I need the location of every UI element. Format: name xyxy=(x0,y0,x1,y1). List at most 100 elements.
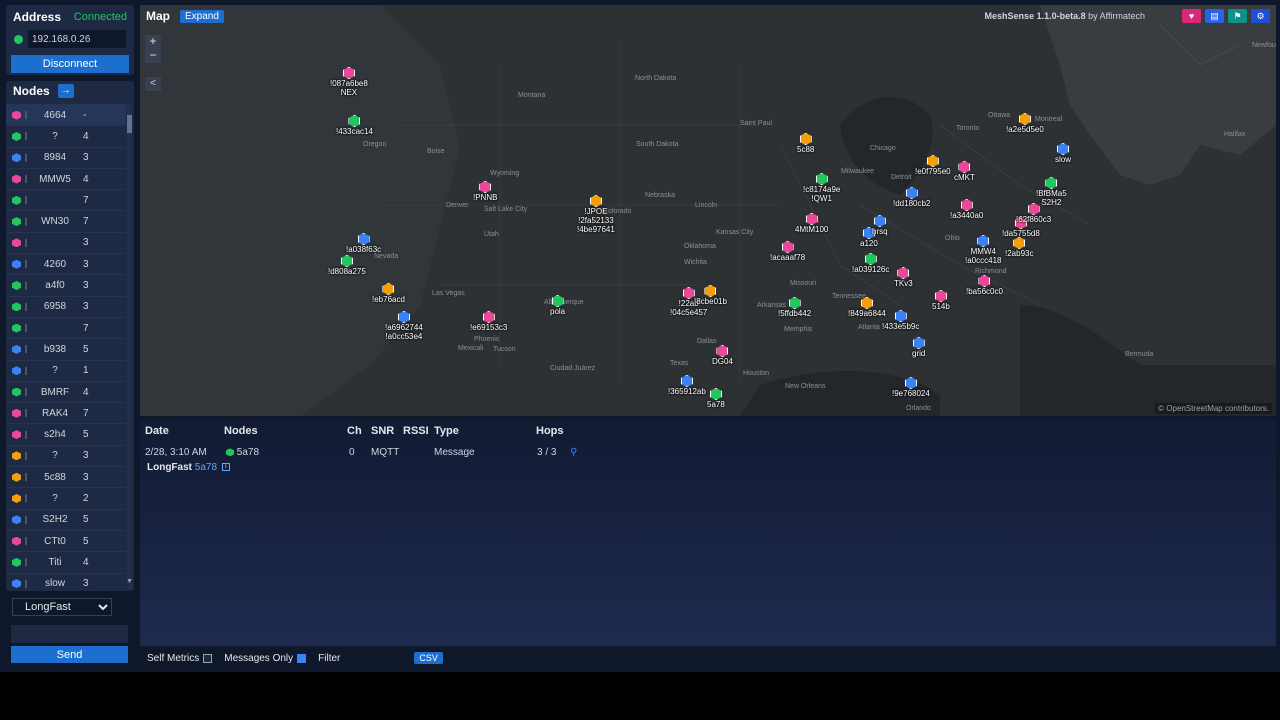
node-list-item[interactable]: 3 xyxy=(6,231,126,253)
node-list-item[interactable]: b938 5 xyxy=(6,338,126,359)
ip-address-input[interactable] xyxy=(28,30,126,48)
search-icon[interactable]: ⚲ xyxy=(570,447,577,458)
map-node-marker[interactable]: !a2e5d5e0 xyxy=(1006,113,1044,134)
map-node-marker[interactable]: !e69153c3 xyxy=(470,311,507,332)
node-name: MMW5 xyxy=(39,173,71,185)
node-list-item[interactable]: MMW5 4 xyxy=(6,167,126,189)
csv-button[interactable]: CSV xyxy=(414,652,443,664)
channel-select[interactable]: LongFast xyxy=(12,598,112,616)
map-node-marker[interactable]: !2ab93c xyxy=(1005,237,1033,258)
node-list-item[interactable]: Titi 4 xyxy=(6,551,126,572)
map-node-marker[interactable]: DG04 xyxy=(712,345,733,366)
node-list-item[interactable]: CTt0 5 xyxy=(6,529,126,551)
node-list-item[interactable]: ? 1 xyxy=(6,359,126,381)
map-title: Map xyxy=(146,9,170,23)
col-nodes[interactable]: Nodes xyxy=(224,425,258,437)
osm-attribution[interactable]: © OpenStreetMap contributors. xyxy=(1155,403,1272,414)
filter-input[interactable] xyxy=(346,651,411,665)
col-date[interactable]: Date xyxy=(145,425,169,437)
col-rssi[interactable]: RSSI xyxy=(403,425,429,437)
map-node-marker[interactable]: !5ffdb442 xyxy=(778,297,811,318)
collapse-panel-button[interactable]: < xyxy=(145,77,161,91)
send-button[interactable]: Send xyxy=(11,646,128,663)
map-node-marker[interactable]: 5a78 xyxy=(707,388,725,409)
col-ch[interactable]: Ch xyxy=(347,425,362,437)
node-list-item[interactable]: s2h4 5 xyxy=(6,423,126,444)
node-list-item[interactable]: 7 xyxy=(6,189,126,210)
map-node-label: !acaaaf78 xyxy=(770,253,806,262)
window-icon[interactable]: ▤ xyxy=(1205,9,1224,23)
app-author: by Affirmatech xyxy=(1088,11,1145,21)
col-hops[interactable]: Hops xyxy=(536,425,564,437)
map-node-marker[interactable]: !365912ab xyxy=(668,375,706,396)
node-hops: 5 xyxy=(83,535,89,547)
node-list-item[interactable]: 4260 3 xyxy=(6,253,126,274)
node-list-item[interactable]: a4f0 3 xyxy=(6,274,126,295)
map-node-marker[interactable]: grid xyxy=(912,337,925,358)
msg-sender[interactable]: 5a78 xyxy=(195,462,217,473)
map-node-marker[interactable]: !433e5b9c xyxy=(882,310,919,331)
node-list-item[interactable]: RAK4 7 xyxy=(6,402,126,423)
node-list-item[interactable]: BMRF 4 xyxy=(6,380,126,402)
scroll-down-icon[interactable]: ▼ xyxy=(126,578,133,585)
info-icon[interactable]: i xyxy=(221,463,230,472)
node-list-item[interactable]: WN30 7 xyxy=(6,210,126,231)
map-node-marker[interactable]: hrsq xyxy=(872,215,888,236)
col-type[interactable]: Type xyxy=(434,425,459,437)
map-node-marker[interactable]: !eb76acd xyxy=(372,283,405,304)
map-node-marker[interactable]: 4MtM100 xyxy=(795,213,828,234)
map-node-marker[interactable]: !e0f795e0 xyxy=(915,155,951,176)
disconnect-button[interactable]: Disconnect xyxy=(11,55,129,73)
map-node-marker[interactable]: !acaaaf78 xyxy=(770,241,805,262)
map-node-marker[interactable]: !c8174a9e !QW1 xyxy=(803,173,840,203)
map-node-marker[interactable]: !JPOE !2fa52133 !4be97641 xyxy=(577,195,615,234)
map-node-marker[interactable]: !9e768024 xyxy=(892,377,930,398)
map-node-marker[interactable]: !433cac14 xyxy=(336,115,373,136)
node-list-item[interactable]: 6958 3 xyxy=(6,295,126,317)
map-place-label: Oklahoma xyxy=(684,243,716,250)
arrow-right-icon[interactable]: → xyxy=(57,84,74,98)
map-node-marker[interactable]: !a3440a0 xyxy=(950,199,983,220)
map-node-marker[interactable]: slow xyxy=(1055,143,1071,164)
map-node-marker[interactable]: MMW4 !a0ccc418 xyxy=(965,235,1001,265)
map-node-marker[interactable]: TKv3 xyxy=(894,267,913,288)
node-list-item[interactable]: 7 xyxy=(6,316,126,338)
message-input[interactable] xyxy=(11,625,128,643)
zoom-out-button[interactable]: − xyxy=(145,49,161,63)
map-node-marker[interactable]: !849a6844 xyxy=(848,297,886,318)
map-node-marker[interactable]: !087a6be8 NEX xyxy=(330,67,368,97)
messages-only-checkbox[interactable] xyxy=(297,653,307,663)
node-list-item[interactable]: 8984 3 xyxy=(6,146,126,168)
msg-node[interactable]: 5a78 xyxy=(226,447,259,458)
self-metrics-checkbox[interactable] xyxy=(203,653,213,663)
map-node-marker[interactable]: !a039126c xyxy=(852,253,889,274)
map-node-marker[interactable]: !a038f63c xyxy=(346,233,381,254)
node-list-item[interactable]: S2H2 5 xyxy=(6,508,126,530)
zoom-in-button[interactable]: + xyxy=(145,35,161,49)
node-list-item[interactable]: 4664 - xyxy=(6,104,126,126)
node-list-item[interactable]: ? 4 xyxy=(6,125,126,146)
map-node-marker[interactable]: 5c88 xyxy=(797,133,814,154)
map-node-marker[interactable]: !PNNB xyxy=(473,181,497,202)
map-node-marker[interactable]: cMKT xyxy=(954,161,975,182)
node-list-item[interactable]: 5c88 3 xyxy=(6,466,126,487)
node-list-scrollbar[interactable] xyxy=(127,105,132,589)
map-node-marker[interactable]: !dd180cb2 xyxy=(893,187,930,208)
map-node-marker[interactable]: 514b xyxy=(932,290,950,311)
gear-icon[interactable]: ⚙ xyxy=(1251,9,1270,23)
map-node-marker[interactable]: !d808a275 xyxy=(328,255,366,276)
expand-button[interactable]: Expand xyxy=(180,9,224,23)
map-node-marker[interactable]: !a6962744 !a0cc53e4 xyxy=(385,311,423,341)
map-view[interactable]: Map Expand MeshSense 1.1.0-beta.8 by Aff… xyxy=(140,5,1276,416)
node-list-item[interactable]: ? 2 xyxy=(6,487,126,508)
map-node-marker[interactable]: pola xyxy=(550,295,565,316)
map-node-label: !e0f795e0 xyxy=(915,167,951,176)
node-list-item[interactable]: ? 3 xyxy=(6,444,126,466)
flag-icon[interactable]: ⚑ xyxy=(1228,9,1247,23)
node-list-item[interactable]: slow 3 xyxy=(6,572,126,591)
map-node-marker[interactable]: !8cbe01b xyxy=(694,285,727,306)
map-node-marker[interactable]: !BfBMa5 S2H2 xyxy=(1036,177,1067,207)
map-node-marker[interactable]: !ba56c0c0 xyxy=(966,275,1003,296)
heart-icon[interactable]: ♥ xyxy=(1182,9,1201,23)
col-snr[interactable]: SNR xyxy=(371,425,394,437)
